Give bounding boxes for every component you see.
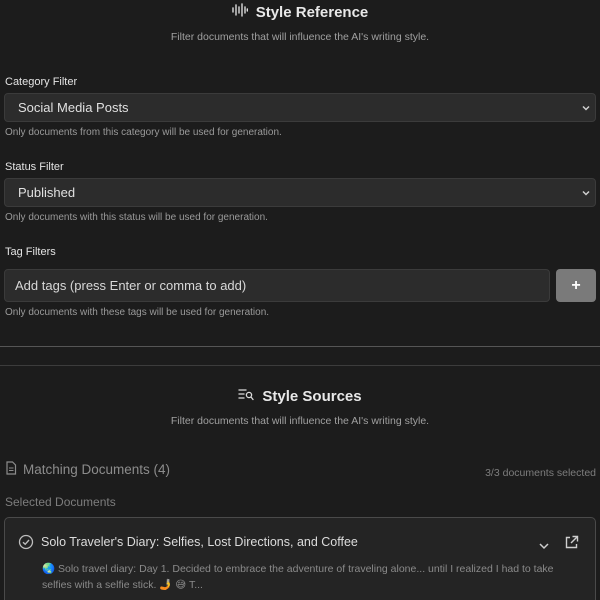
style-sources-subtitle: Filter documents that will influence the… — [170, 415, 430, 427]
document-card[interactable]: Solo Traveler's Diary: Selfies, Lost Dir… — [4, 517, 596, 600]
add-tag-button[interactable]: + — [556, 269, 596, 302]
audio-waveform-icon — [232, 2, 248, 22]
matching-documents-label: Matching Documents (4) — [23, 462, 171, 477]
selected-documents-heading: Selected Documents — [5, 495, 116, 509]
category-filter-label: Category Filter — [5, 76, 78, 88]
chevron-down-icon[interactable] — [538, 538, 550, 556]
tag-input[interactable]: Add tags (press Enter or comma to add) — [4, 269, 550, 302]
check-circle-icon[interactable] — [18, 534, 34, 555]
category-filter-value: Social Media Posts — [18, 100, 129, 115]
tag-filters-help: Only documents with these tags will be u… — [5, 307, 270, 318]
file-icon — [5, 461, 17, 478]
section-divider — [0, 365, 600, 366]
style-sources-header: Style Sources — [0, 386, 600, 406]
category-filter-select[interactable]: Social Media Posts — [4, 93, 596, 122]
style-reference-header: Style Reference — [0, 2, 600, 22]
category-filter-help: Only documents from this category will b… — [5, 127, 282, 138]
style-reference-title: Style Reference — [255, 3, 369, 21]
document-preview: 🌏 Solo travel diary: Day 1. Decided to e… — [42, 563, 554, 591]
list-search-icon — [238, 387, 255, 406]
matching-documents-toggle[interactable]: Matching Documents (4) — [5, 461, 170, 478]
chevron-down-icon — [582, 105, 590, 111]
tag-input-placeholder: Add tags (press Enter or comma to add) — [15, 278, 247, 293]
chevron-down-icon — [582, 190, 590, 196]
status-filter-select[interactable]: Published — [4, 178, 596, 207]
external-link-icon[interactable] — [564, 535, 579, 555]
document-title: Solo Traveler's Diary: Selfies, Lost Dir… — [41, 535, 358, 549]
style-sources-title: Style Sources — [262, 387, 362, 405]
style-reference-subtitle: Filter documents that will influence the… — [170, 31, 430, 43]
tag-filters-label: Tag Filters — [5, 246, 56, 258]
status-filter-help: Only documents with this status will be … — [5, 212, 268, 223]
status-filter-label: Status Filter — [5, 161, 64, 173]
selected-documents-count: 3/3 documents selected — [485, 467, 596, 479]
section-divider — [0, 346, 600, 347]
status-filter-value: Published — [18, 185, 76, 200]
